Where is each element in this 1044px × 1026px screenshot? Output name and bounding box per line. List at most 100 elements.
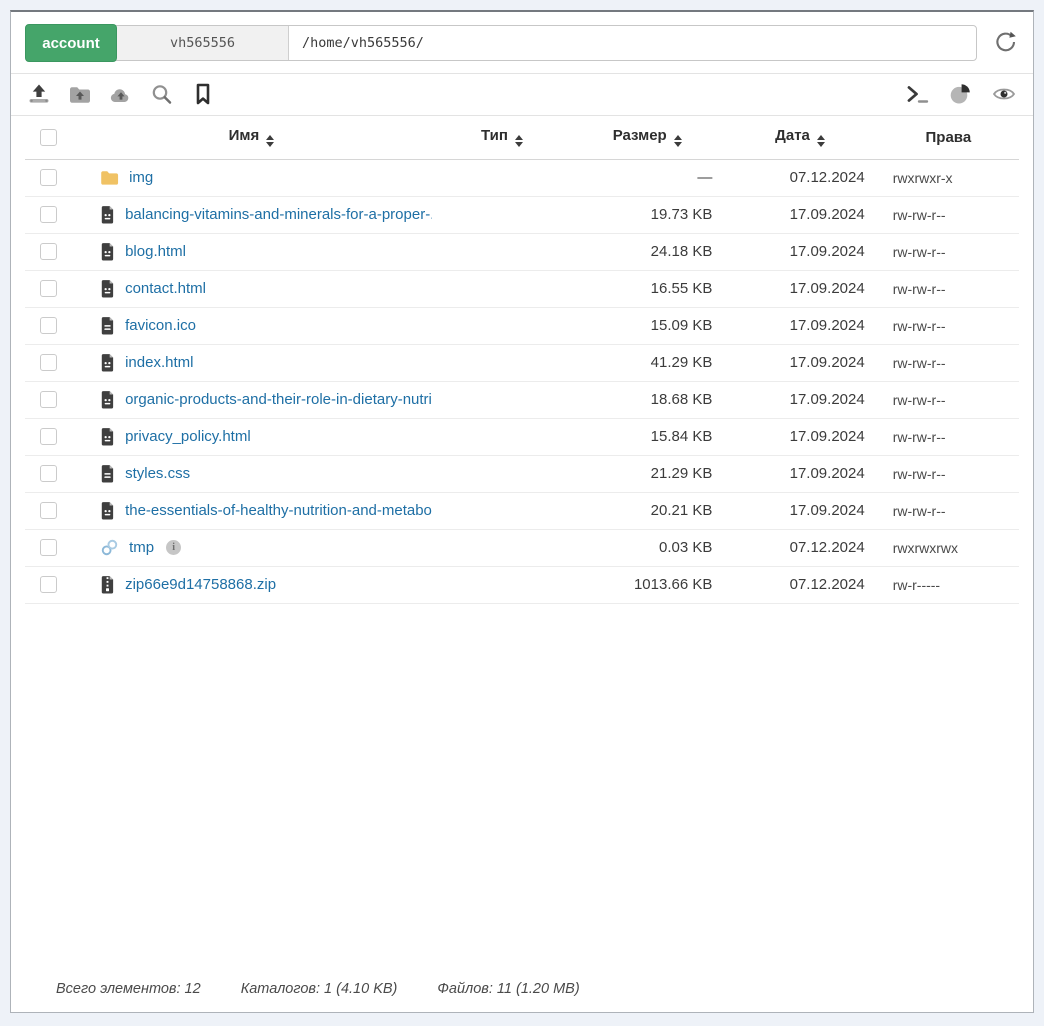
column-header-type[interactable]: Тип <box>432 116 572 159</box>
date-cell: 07.12.2024 <box>722 529 877 566</box>
column-header-perms-label: Права <box>926 129 972 146</box>
file-link[interactable]: blog.html <box>125 243 186 260</box>
select-all-checkbox-cell[interactable] <box>25 116 71 159</box>
perms-cell: rw-rw-r-- <box>878 455 1019 492</box>
search-icon <box>150 83 174 105</box>
row-checkbox[interactable] <box>40 243 57 260</box>
file-code-icon <box>100 501 115 520</box>
file-link[interactable]: privacy_policy.html <box>125 428 251 445</box>
file-manager-panel: account <box>10 10 1034 1013</box>
date-cell: 17.09.2024 <box>722 455 877 492</box>
file-code-icon <box>100 390 115 409</box>
table-row: favicon.ico 15.09 KB 17.09.2024 rw-rw-r-… <box>25 307 1019 344</box>
info-icon[interactable]: i <box>166 540 181 555</box>
type-cell <box>432 418 572 455</box>
eye-icon <box>992 83 1016 105</box>
file-link[interactable]: contact.html <box>125 280 206 297</box>
row-checkbox[interactable] <box>40 354 57 371</box>
file-code-icon <box>100 279 115 298</box>
column-header-date-label: Дата <box>775 127 810 144</box>
upload-folder-button[interactable] <box>67 82 93 106</box>
column-header-date[interactable]: Дата <box>722 116 877 159</box>
file-link[interactable]: img <box>129 169 153 186</box>
files-label: Файлов: 11 (1.20 MB) <box>437 981 579 997</box>
path-field[interactable] <box>289 26 976 60</box>
column-header-name[interactable]: Имя <box>71 116 432 159</box>
row-checkbox[interactable] <box>40 465 57 482</box>
table-row: index.html 41.29 KB 17.09.2024 rw-rw-r-- <box>25 344 1019 381</box>
date-cell: 17.09.2024 <box>722 418 877 455</box>
file-code-icon <box>100 242 115 261</box>
table-row: zip66e9d14758868.zip 1013.66 KB 07.12.20… <box>25 566 1019 603</box>
file-link[interactable]: tmp <box>129 539 154 556</box>
row-checkbox[interactable] <box>40 280 57 297</box>
cloud-upload-button[interactable] <box>108 82 134 106</box>
disk-usage-button[interactable] <box>948 82 974 106</box>
file-table-wrap: Имя Тип Размер Дата Права img — 07.12.20… <box>11 116 1033 604</box>
bookmark-button[interactable] <box>190 82 216 106</box>
type-cell <box>432 233 572 270</box>
type-cell <box>432 381 572 418</box>
pie-chart-icon <box>949 83 973 105</box>
row-checkbox[interactable] <box>40 169 57 186</box>
row-checkbox[interactable] <box>40 317 57 334</box>
address-bar: account <box>11 12 1033 73</box>
show-hidden-button[interactable] <box>991 82 1017 106</box>
select-all-checkbox[interactable] <box>40 129 57 146</box>
file-code-icon <box>100 353 115 372</box>
upload-icon <box>27 83 51 105</box>
refresh-button[interactable] <box>993 30 1019 56</box>
table-row: img — 07.12.2024 rwxrwxr-x <box>25 159 1019 196</box>
table-row: tmpi 0.03 KB 07.12.2024 rwxrwxrwx <box>25 529 1019 566</box>
size-cell: 21.29 KB <box>572 455 722 492</box>
search-button[interactable] <box>149 82 175 106</box>
file-link[interactable]: the-essentials-of-healthy-nutrition-and-… <box>125 502 432 519</box>
symlink-icon <box>100 538 119 557</box>
column-header-type-label: Тип <box>481 127 508 144</box>
file-link[interactable]: styles.css <box>125 465 190 482</box>
table-row: blog.html 24.18 KB 17.09.2024 rw-rw-r-- <box>25 233 1019 270</box>
type-cell <box>432 529 572 566</box>
column-header-name-label: Имя <box>229 127 260 144</box>
file-link[interactable]: favicon.ico <box>125 317 196 334</box>
table-row: balancing-vitamins-and-minerals-for-a-pr… <box>25 196 1019 233</box>
date-cell: 07.12.2024 <box>722 566 877 603</box>
size-cell: 1013.66 KB <box>572 566 722 603</box>
row-checkbox[interactable] <box>40 206 57 223</box>
row-checkbox[interactable] <box>40 576 57 593</box>
perms-cell: rw-rw-r-- <box>878 270 1019 307</box>
column-header-size[interactable]: Размер <box>572 116 722 159</box>
perms-cell: rwxrwxrwx <box>878 529 1019 566</box>
upload-button[interactable] <box>26 82 52 106</box>
size-cell: 15.09 KB <box>572 307 722 344</box>
date-cell: 17.09.2024 <box>722 381 877 418</box>
date-cell: 17.09.2024 <box>722 270 877 307</box>
size-cell: 19.73 KB <box>572 196 722 233</box>
username-field[interactable] <box>117 26 289 60</box>
row-checkbox[interactable] <box>40 428 57 445</box>
size-cell: 20.21 KB <box>572 492 722 529</box>
file-link[interactable]: zip66e9d14758868.zip <box>125 576 276 593</box>
date-cell: 17.09.2024 <box>722 492 877 529</box>
terminal-button[interactable] <box>905 82 931 106</box>
table-header-row: Имя Тип Размер Дата Права <box>25 116 1019 159</box>
status-bar: Всего элементов: 12 Каталогов: 1 (4.10 K… <box>11 981 1033 1012</box>
row-checkbox[interactable] <box>40 539 57 556</box>
column-header-size-label: Размер <box>613 127 667 144</box>
perms-cell: rw-rw-r-- <box>878 492 1019 529</box>
row-checkbox[interactable] <box>40 502 57 519</box>
toolbar <box>11 73 1033 116</box>
file-link[interactable]: balancing-vitamins-and-minerals-for-a-pr… <box>125 206 432 223</box>
row-checkbox[interactable] <box>40 391 57 408</box>
file-link[interactable]: organic-products-and-their-role-in-dieta… <box>125 391 432 408</box>
date-cell: 17.09.2024 <box>722 233 877 270</box>
file-link[interactable]: index.html <box>125 354 193 371</box>
perms-cell: rw-rw-r-- <box>878 418 1019 455</box>
type-cell <box>432 270 572 307</box>
size-cell: 24.18 KB <box>572 233 722 270</box>
perms-cell: rw-rw-r-- <box>878 307 1019 344</box>
address-group: account <box>25 25 977 61</box>
account-button[interactable]: account <box>25 24 117 62</box>
size-cell: 16.55 KB <box>572 270 722 307</box>
sort-icon <box>266 135 274 147</box>
